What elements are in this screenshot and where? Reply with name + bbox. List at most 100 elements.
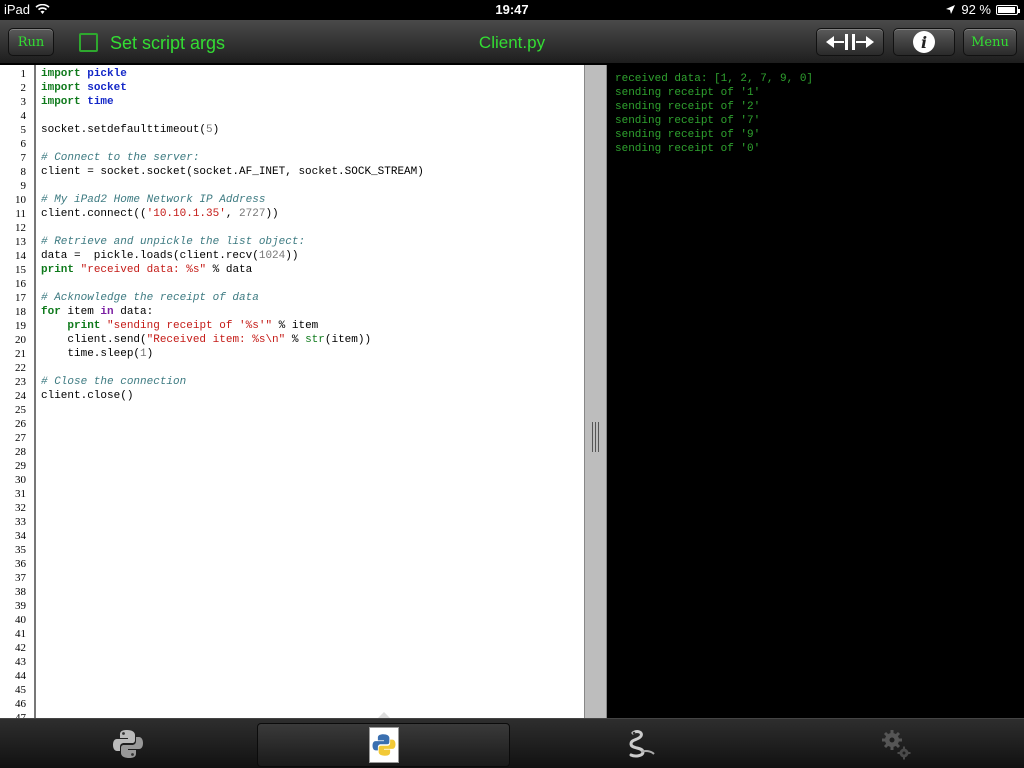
code-line[interactable] [41,137,580,151]
code-line[interactable]: client = socket.socket(socket.AF_INET, s… [41,165,580,179]
line-number: 30 [15,474,26,486]
code-line[interactable] [41,361,580,375]
line-number: 37 [15,572,26,584]
pane-divider[interactable] [584,65,607,718]
line-number: 2 [20,82,27,94]
console-line: sending receipt of '1' [615,87,761,99]
code-line[interactable] [41,221,580,235]
line-number: 6 [20,138,27,150]
code-line[interactable]: # My iPad2 Home Network IP Address [41,193,580,207]
line-number: 5 [20,124,27,136]
location-arrow-icon [946,5,956,14]
tab-python[interactable] [0,719,256,768]
line-number: 39 [15,600,26,612]
line-number: 26 [15,418,26,430]
clock: 19:47 [495,2,529,17]
line-number: 9 [20,180,27,192]
line-number: 19 [15,320,26,332]
gears-icon [882,730,911,760]
line-number: 44 [15,670,26,682]
code-line[interactable]: import pickle [41,67,580,81]
tab-script[interactable] [257,723,510,767]
line-number: 21 [15,348,26,360]
tab-interpreter[interactable] [512,719,768,768]
line-number: 11 [15,208,26,220]
line-number: 16 [15,278,26,290]
line-number: 35 [15,544,26,556]
code-line[interactable]: client.connect(('10.10.1.35', 2727)) [41,207,580,221]
code-line[interactable]: for item in data: [41,305,580,319]
line-number: 4 [20,110,27,122]
console-line: sending receipt of '0' [615,143,761,155]
line-number: 31 [15,488,26,500]
output-console: received data: [1, 2, 7, 9, 0] sending re… [607,65,1024,718]
code-line[interactable]: # Close the connection [41,375,580,389]
line-number: 18 [15,306,26,318]
line-number: 32 [15,502,26,514]
line-number: 17 [15,292,26,304]
split-resize-button[interactable] [816,28,884,56]
code-line[interactable]: # Retrieve and unpickle the list object: [41,235,580,249]
line-number: 14 [15,250,26,262]
code-line[interactable]: # Acknowledge the receipt of data [41,291,580,305]
python-file-icon [368,727,399,763]
line-number: 1 [20,68,27,80]
code-area[interactable]: import pickle import socket import time so… [41,67,580,403]
battery-percent: 92 % [961,2,991,17]
line-number: 45 [15,684,26,696]
line-number: 42 [15,642,26,654]
line-number: 38 [15,586,26,598]
line-number: 12 [15,222,26,234]
code-line[interactable]: client.close() [41,389,580,403]
battery-icon [996,4,1020,15]
line-number: 20 [15,334,26,346]
tab-bar [0,718,1024,768]
line-number: 46 [15,698,26,710]
code-line[interactable] [41,179,580,193]
line-number: 24 [15,390,26,402]
line-number: 33 [15,516,26,528]
python-logo-icon [113,730,143,758]
console-line: sending receipt of '2' [615,101,761,113]
line-number: 15 [15,264,26,276]
line-number: 27 [15,432,26,444]
code-line[interactable]: import time [41,95,580,109]
line-number: 23 [15,376,26,388]
line-number: 29 [15,460,26,472]
menu-button[interactable]: Menu [963,28,1017,56]
line-number: 10 [15,194,26,206]
toolbar: Run Set script args Client.py i Menu [0,20,1024,64]
snake-icon [629,730,655,758]
code-line[interactable]: print "received data: %s" % data [41,263,580,277]
code-line[interactable]: time.sleep(1) [41,347,580,361]
line-number: 40 [15,614,26,626]
code-line[interactable]: print "sending receipt of '%s'" % item [41,319,580,333]
line-number: 7 [20,152,27,164]
code-editor[interactable]: 1 2 3 4 5 6 7 8 9 10 11 12 13 14 15 16 17 18 19 20 21 22 23 24 2… [0,65,584,718]
divider-grip-icon[interactable] [592,422,601,452]
status-bar: iPad 19:47 92 % [0,0,1024,20]
info-button[interactable]: i [893,28,955,56]
info-icon: i [913,31,935,53]
line-number: 13 [15,236,26,248]
tab-settings[interactable] [768,719,1024,768]
code-line[interactable]: import socket [41,81,580,95]
line-number: 8 [20,166,27,178]
line-number: 41 [15,628,26,640]
console-line: sending receipt of '9' [615,129,761,141]
split-arrows-icon [826,34,874,50]
line-number-gutter: 1 2 3 4 5 6 7 8 9 10 11 12 13 14 15 16 17 18 19 20 21 22 23 24 2… [0,65,36,718]
line-number: 43 [15,656,26,668]
code-line[interactable]: data = pickle.loads(client.recv(1024)) [41,249,580,263]
console-line: received data: [1, 2, 7, 9, 0] [615,73,814,85]
code-line[interactable]: # Connect to the server: [41,151,580,165]
line-number: 25 [15,404,26,416]
code-line[interactable] [41,277,580,291]
line-number: 36 [15,558,26,570]
code-line[interactable]: socket.setdefaulttimeout(5) [41,123,580,137]
code-line[interactable] [41,109,580,123]
console-line: sending receipt of '7' [615,115,761,127]
code-line[interactable]: client.send("Received item: %s\n" % str(… [41,333,580,347]
line-number: 28 [15,446,26,458]
line-number: 3 [20,96,27,108]
